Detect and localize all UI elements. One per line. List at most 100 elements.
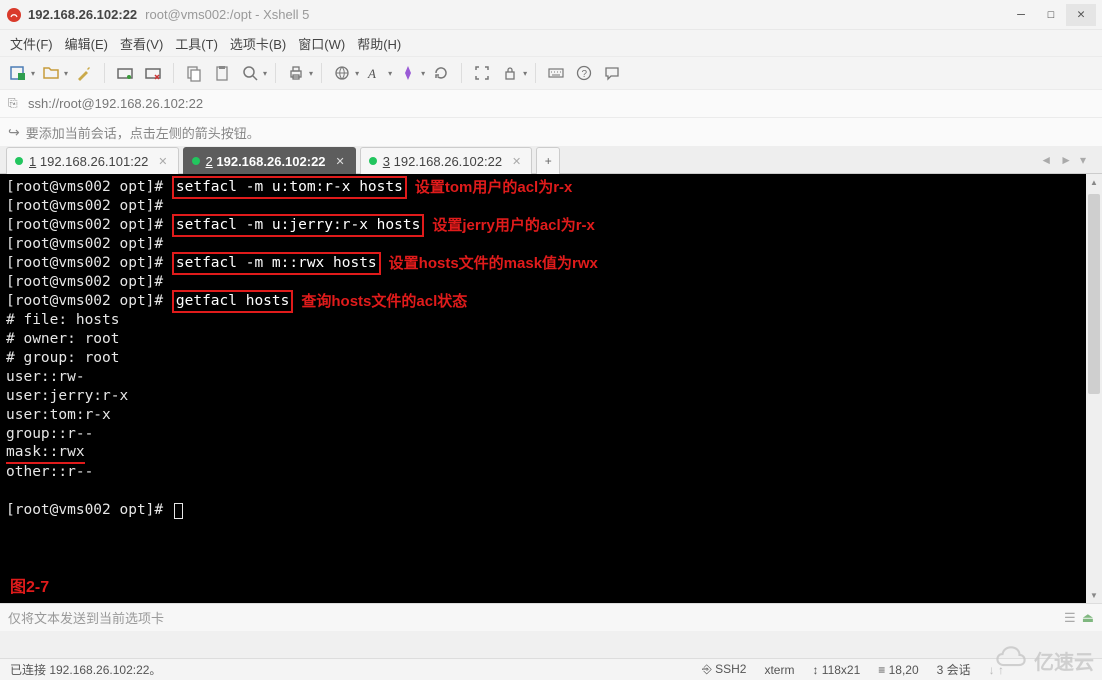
menu-help[interactable]: 帮助(H) <box>357 34 401 53</box>
terminal-command: setfacl -m m::rwx hosts <box>172 252 381 275</box>
terminal-output: # group: root <box>6 349 1080 368</box>
svg-text:?: ? <box>582 69 588 80</box>
help-icon[interactable]: ? <box>572 61 596 85</box>
tab-menu-icon[interactable]: ▾ <box>1080 153 1086 167</box>
chat-icon[interactable] <box>600 61 624 85</box>
menu-edit[interactable]: 编辑(E) <box>65 34 108 53</box>
hint-arrow-icon[interactable]: ↪ <box>8 124 20 141</box>
scrollbar[interactable]: ▲ ▼ <box>1086 174 1102 603</box>
terminal-output: user:tom:r-x <box>6 406 1080 425</box>
scroll-down-icon[interactable]: ▼ <box>1086 587 1102 603</box>
figure-label: 图2-7 <box>10 573 49 597</box>
menu-window[interactable]: 窗口(W) <box>298 34 345 53</box>
send-pin-icon[interactable]: ⏏ <box>1082 610 1094 626</box>
tab-close-icon[interactable]: ✕ <box>336 155 345 168</box>
lock-icon[interactable] <box>498 61 522 85</box>
terminal-command: setfacl -m u:jerry:r-x hosts <box>172 214 424 237</box>
status-dot-icon <box>15 157 23 165</box>
status-size: ↕ 118x21 <box>812 663 860 677</box>
menu-file[interactable]: 文件(F) <box>10 34 53 53</box>
menu-tabs[interactable]: 选项卡(B) <box>230 34 286 53</box>
tab-prev-icon[interactable]: ◄ <box>1040 153 1052 167</box>
terminal-line: [root@vms002 opt]# setfacl -m u:tom:r-x … <box>6 178 1080 197</box>
title-context: root@vms002:/opt - Xshell 5 <box>145 7 309 22</box>
minimize-button[interactable]: — <box>1006 4 1036 26</box>
cursor-icon <box>174 503 183 519</box>
terminal-line <box>6 482 1080 501</box>
globe-icon[interactable] <box>330 61 354 85</box>
maximize-button[interactable]: ☐ <box>1036 4 1066 26</box>
session-tab-2[interactable]: 2 192.168.26.102:22 ✕ <box>183 147 356 174</box>
tab-num: 3 <box>383 154 390 169</box>
terminal-command: setfacl -m u:tom:r-x hosts <box>172 176 407 199</box>
chevron-down-icon[interactable]: ▾ <box>388 69 392 78</box>
terminal-line: [root@vms002 opt]# setfacl -m m::rwx hos… <box>6 254 1080 273</box>
session-tab-1[interactable]: 1 192.168.26.101:22 ✕ <box>6 147 179 174</box>
status-dot-icon <box>369 157 377 165</box>
status-arrows[interactable]: ↓ ↑ <box>989 663 1004 677</box>
keyboard-icon[interactable] <box>544 61 568 85</box>
terminal-line: [root@vms002 opt]# <box>6 273 1080 292</box>
menu-tools[interactable]: 工具(T) <box>175 34 218 53</box>
status-dot-icon <box>192 157 200 165</box>
status-term: xterm <box>764 663 794 677</box>
app-icon <box>6 7 22 23</box>
terminal-annotation: 设置hosts文件的mask值为rwx <box>389 254 598 273</box>
toolbar: ▾ ▾ ▾ ▾ ▾ A ▾ ▾ ▾ ? <box>0 56 1102 90</box>
terminal-annotation: 查询hosts文件的acl状态 <box>301 292 467 311</box>
paste-icon[interactable] <box>210 61 234 85</box>
menubar: 文件(F) 编辑(E) 查看(V) 工具(T) 选项卡(B) 窗口(W) 帮助(… <box>0 30 1102 56</box>
disconnect-icon[interactable] <box>141 61 165 85</box>
status-connection: 已连接 192.168.26.102:22。 <box>10 661 161 678</box>
chevron-down-icon[interactable]: ▾ <box>523 69 527 78</box>
font-icon[interactable]: A <box>363 61 387 85</box>
chevron-down-icon[interactable]: ▾ <box>421 69 425 78</box>
copy-icon[interactable] <box>182 61 206 85</box>
terminal[interactable]: [root@vms002 opt]# setfacl -m u:tom:r-x … <box>0 174 1086 603</box>
terminal-line: [root@vms002 opt]# setfacl -m u:jerry:r-… <box>6 216 1080 235</box>
tab-num: 2 <box>206 154 213 169</box>
chevron-down-icon[interactable]: ▾ <box>309 69 313 78</box>
print-icon[interactable] <box>284 61 308 85</box>
chevron-down-icon[interactable]: ▾ <box>64 69 68 78</box>
terminal-annotation: 设置jerry用户的acl为r-x <box>432 216 595 235</box>
tab-label: 192.168.26.102:22 <box>216 154 325 169</box>
search-icon[interactable] <box>238 61 262 85</box>
hint-bar: ↪ 要添加当前会话，点击左侧的箭头按钮。 <box>0 118 1102 146</box>
terminal-area: [root@vms002 opt]# setfacl -m u:tom:r-x … <box>0 174 1102 603</box>
scroll-up-icon[interactable]: ▲ <box>1086 174 1102 190</box>
tab-label: 192.168.26.102:22 <box>394 154 502 169</box>
new-tab-icon[interactable] <box>6 61 30 85</box>
terminal-command: getfacl hosts <box>172 290 294 313</box>
menu-view[interactable]: 查看(V) <box>120 34 163 53</box>
refresh-icon[interactable] <box>429 61 453 85</box>
send-bar[interactable]: 仅将文本发送到当前选项卡 ☰ ⏏ <box>0 603 1102 631</box>
address-text: ssh://root@192.168.26.102:22 <box>28 96 203 111</box>
tab-next-icon[interactable]: ► <box>1060 153 1072 167</box>
folder-icon[interactable] <box>39 61 63 85</box>
connect-icon[interactable] <box>113 61 137 85</box>
chevron-down-icon[interactable]: ▾ <box>263 69 267 78</box>
chevron-down-icon[interactable]: ▾ <box>355 69 359 78</box>
scroll-thumb[interactable] <box>1088 194 1100 394</box>
status-sessions: 3 会话 <box>937 661 971 678</box>
fullscreen-icon[interactable] <box>470 61 494 85</box>
status-bar: 已连接 192.168.26.102:22。 ⎆ SSH2 xterm ↕ 11… <box>0 658 1102 680</box>
send-target-icon[interactable]: ☰ <box>1064 610 1076 626</box>
send-placeholder: 仅将文本发送到当前选项卡 <box>8 608 164 627</box>
hint-text: 要添加当前会话，点击左侧的箭头按钮。 <box>26 123 260 142</box>
session-tab-3[interactable]: 3 192.168.26.102:22 ✕ <box>360 147 533 174</box>
properties-icon[interactable] <box>72 61 96 85</box>
terminal-annotation: 设置tom用户的acl为r-x <box>415 178 573 197</box>
tab-close-icon[interactable]: ✕ <box>512 155 521 168</box>
add-tab-button[interactable]: + <box>536 147 560 174</box>
terminal-line: [root@vms002 opt]# getfacl hosts查询hosts文… <box>6 292 1080 311</box>
svg-text:A: A <box>367 66 376 81</box>
close-button[interactable]: ✕ <box>1066 4 1096 26</box>
tab-close-icon[interactable]: ✕ <box>158 155 167 168</box>
titlebar: 192.168.26.102:22 root@vms002:/opt - Xsh… <box>0 0 1102 30</box>
terminal-output: user::rw- <box>6 368 1080 387</box>
color-scheme-icon[interactable] <box>396 61 420 85</box>
chevron-down-icon[interactable]: ▾ <box>31 69 35 78</box>
address-bar[interactable]: ⎘ ssh://root@192.168.26.102:22 <box>0 90 1102 118</box>
